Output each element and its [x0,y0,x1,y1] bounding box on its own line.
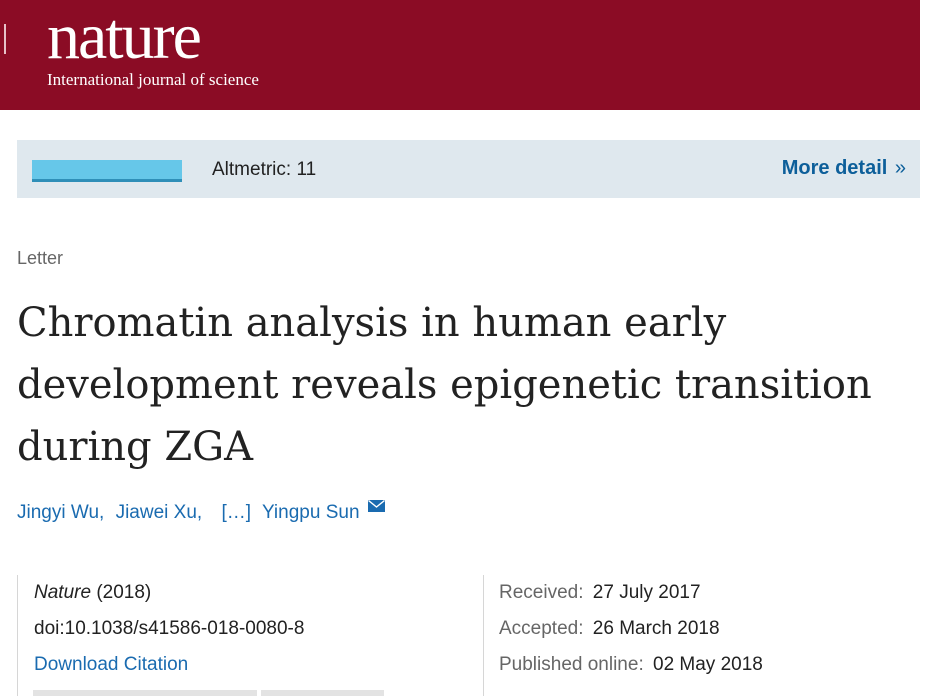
author-list: Jingyi Wu, Jiawei Xu, […] Yingpu Sun [17,502,366,524]
journal-line: Nature (2018) [34,582,151,604]
download-citation-link[interactable]: Download Citation [34,654,188,676]
journal-name: Nature [34,582,92,603]
article-title: Chromatin analysis in human early develo… [17,300,872,470]
received-date: 27 July 2017 [592,582,701,603]
nature-logo[interactable]: nature [47,4,202,70]
tagline: International journal of science [47,70,259,89]
accepted-line: Accepted: 26 March 2018 [499,618,720,640]
published-label: Published online: [499,654,644,675]
doi: doi:10.1038/s41586-018-0080-8 [34,618,305,639]
accepted-date: 26 March 2018 [592,618,720,639]
altmetric-bar: Altmetric: 11 More detail » [17,140,920,198]
more-detail-label: More detail [781,157,888,179]
published-date: 02 May 2018 [653,654,763,675]
author-link[interactable]: Yingpu Sun [262,502,360,523]
author-link[interactable]: Jiawei Xu, [116,502,203,523]
dates-panel: Received: 27 July 2017 Accepted: 26 Marc… [483,575,921,696]
published-line: Published online: 02 May 2018 [499,654,763,676]
tab-strip-left[interactable] [33,690,257,696]
tab-strip-right[interactable] [261,690,384,696]
menu-edge[interactable] [0,24,6,54]
article-type: Letter [17,248,64,268]
altmetric-score: Altmetric: 11 [212,159,317,180]
received-label: Received: [499,582,584,603]
show-all-authors[interactable]: […] [221,502,251,523]
altmetric-badge[interactable] [32,160,182,182]
mail-icon[interactable] [368,500,385,512]
site-header: nature International journal of science [0,0,920,110]
author-link[interactable]: Jingyi Wu, [17,502,104,523]
double-chevron-right-icon: » [894,157,906,179]
journal-year: (2018) [96,582,152,603]
citation-panel: Nature (2018) doi:10.1038/s41586-018-008… [17,575,484,696]
more-detail-link[interactable]: More detail » [782,157,906,180]
received-line: Received: 27 July 2017 [499,582,701,604]
accepted-label: Accepted: [499,618,584,639]
